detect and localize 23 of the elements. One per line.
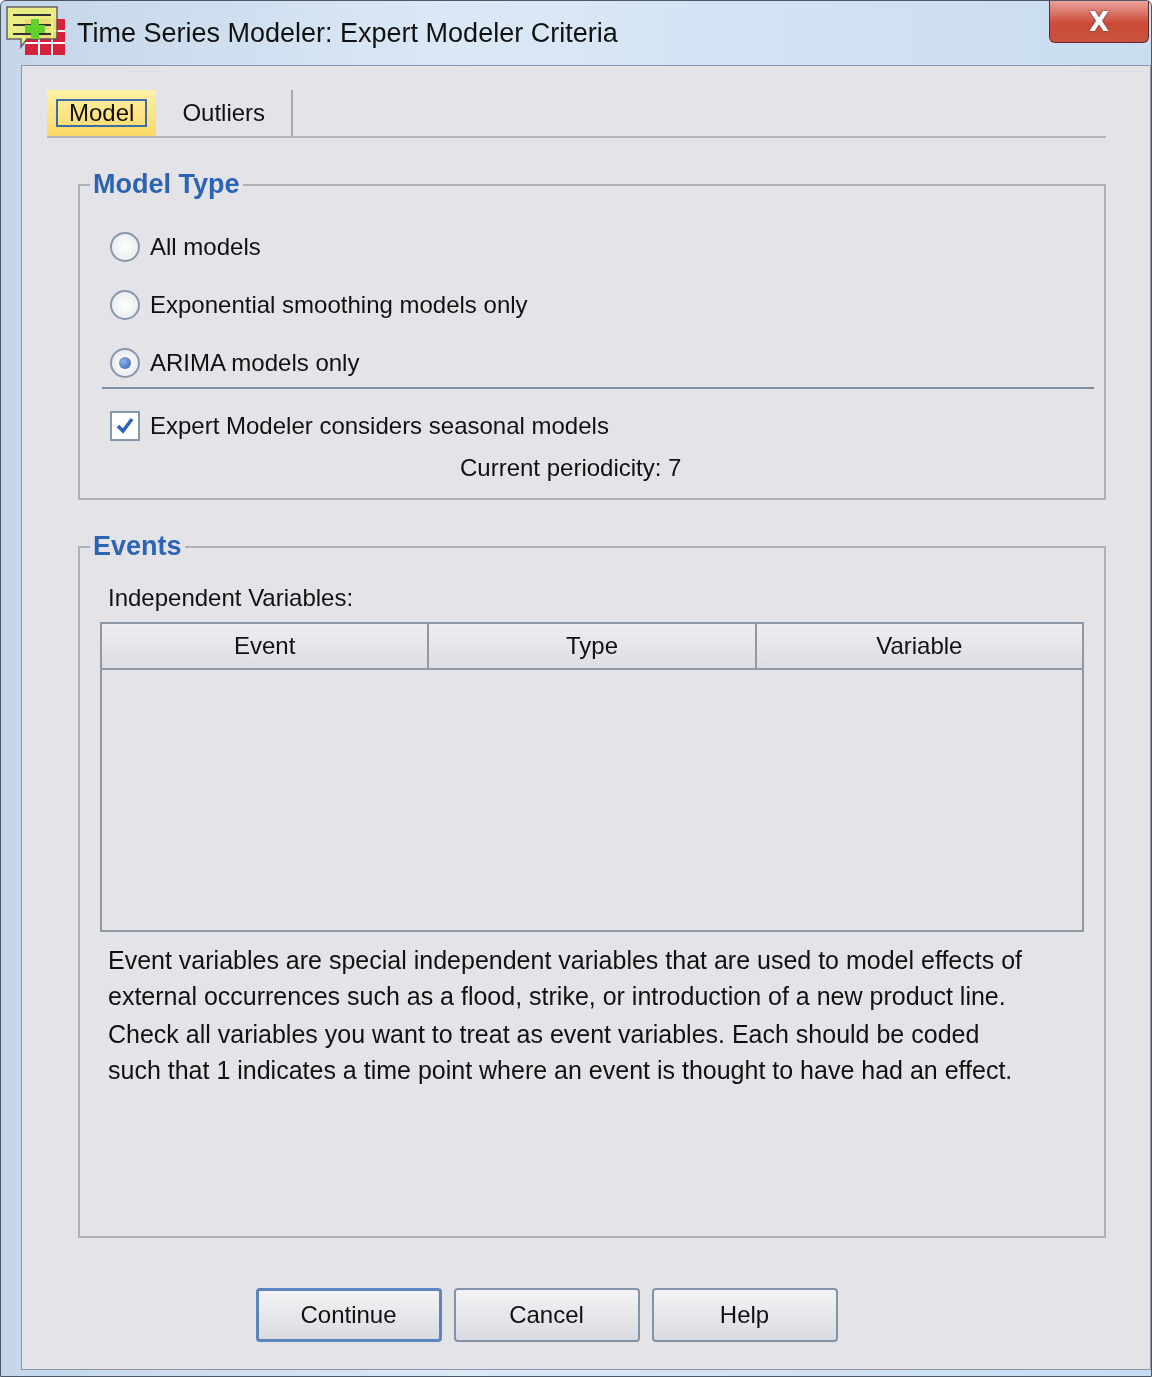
checkbox-label[interactable]: Expert Modeler considers seasonal models [150,411,609,440]
help-text: Event variables are special independent variables that are used to model effects of external occurrences such as a flood, strike, or introduction of a new product line. [108,945,1023,1012]
periodicity-label: Current periodicity: 7 [460,454,682,482]
option-label[interactable]: All models [150,232,261,261]
help-text: Check all variables you want to treat as event variables. Each should be coded such that 1 indicates a time point where an event is thought to have had an effect. [108,1019,1014,1086]
radio-button[interactable] [110,347,140,378]
radio-button[interactable] [110,289,140,320]
option-label[interactable]: Exponential smoothing models only [150,290,528,319]
close-button[interactable]: X [1049,1,1149,43]
column-header[interactable]: Event [102,624,430,668]
radio-button[interactable] [110,231,140,262]
dialog-button[interactable]: Help [651,1288,838,1342]
window-title: Time Series Modeler: Expert Modeler Criteria [77,17,618,49]
option-label[interactable]: ARIMA models only [150,348,360,377]
checkbox[interactable] [110,410,140,441]
tab[interactable]: Outliers [156,90,294,136]
dialog-button[interactable]: Continue [255,1288,442,1342]
table-label: Independent Variables: [108,584,355,612]
tab[interactable]: Model [47,90,157,136]
column-header[interactable]: Variable [756,624,1082,668]
column-header[interactable]: Type [429,624,757,668]
dialog-button[interactable]: Cancel [453,1288,640,1342]
app-icon [5,5,67,57]
